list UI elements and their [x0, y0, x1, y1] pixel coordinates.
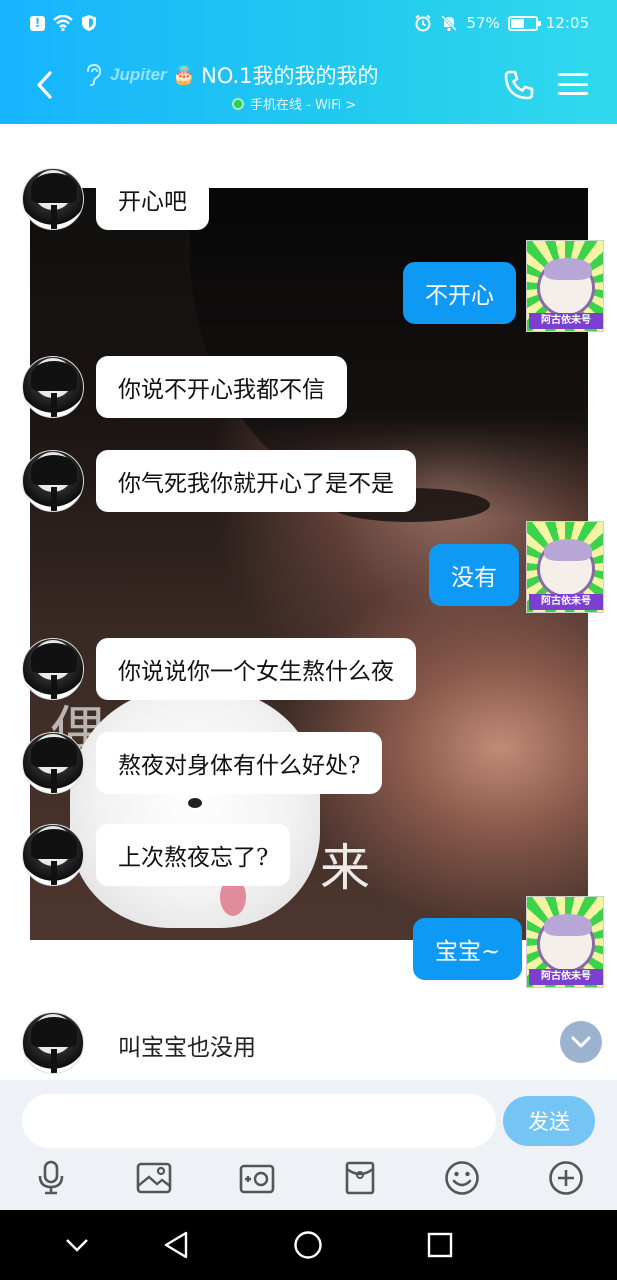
chat-area[interactable]: 偶 来 开心吧 不开心 阿古依未号 你说不开心我都不信 你气死我你就开心了是不是… [0, 124, 617, 1080]
chevron-down-icon [66, 1239, 88, 1252]
camera-icon [239, 1164, 275, 1194]
clock: 12:05 [545, 14, 589, 32]
microphone-icon [38, 1160, 64, 1195]
square-recents-icon [427, 1232, 453, 1258]
online-status: 手机在线 - WiFi > [232, 94, 442, 113]
photo-button[interactable] [134, 1158, 174, 1198]
avatar-tag: 阿古依未号 [529, 969, 603, 985]
message-bubble-outgoing[interactable]: 宝宝~ [413, 918, 523, 980]
menu-line [558, 92, 588, 95]
message-bubble-incoming[interactable]: 你气死我你就开心了是不是 [96, 450, 416, 512]
contact-avatar[interactable] [22, 732, 84, 794]
input-bar: 发送 [0, 1080, 617, 1210]
avatar-tag: 阿古依未号 [529, 313, 603, 329]
voice-button[interactable] [31, 1158, 71, 1198]
red-packet-icon [345, 1161, 375, 1195]
ear-icon [82, 63, 104, 87]
nav-back-button[interactable] [158, 1227, 194, 1263]
more-button[interactable] [546, 1158, 586, 1198]
top-bar: ! 57% 12:05 Jupiter 🎂 NO.1我的我的我的 手机在线 - … [0, 0, 617, 124]
nav-home-button[interactable] [290, 1227, 326, 1263]
contact-avatar[interactable] [22, 638, 84, 700]
avatar-face [537, 914, 595, 973]
menu-line [558, 73, 588, 76]
nav-recents-button[interactable] [422, 1227, 458, 1263]
message-input[interactable] [22, 1094, 496, 1148]
message-bubble-outgoing[interactable]: 没有 [429, 544, 519, 606]
battery-icon [507, 15, 541, 31]
emoji-button[interactable] [442, 1158, 482, 1198]
qq-chat-screen: ! 57% 12:05 Jupiter 🎂 NO.1我的我的我的 手机在线 - … [0, 0, 617, 1280]
menu-line [558, 82, 588, 86]
image-icon [136, 1162, 172, 1194]
avatar-face [537, 539, 595, 598]
send-button[interactable]: 发送 [503, 1096, 595, 1146]
contact-avatar[interactable] [22, 1012, 84, 1074]
scroll-to-bottom-button[interactable] [560, 1021, 602, 1063]
red-packet-button[interactable] [340, 1158, 380, 1198]
avatar-tag: 阿古依未号 [529, 594, 603, 610]
camera-button[interactable] [237, 1158, 277, 1198]
cake-icon: 🎂 [172, 64, 196, 86]
chat-title[interactable]: Jupiter 🎂 NO.1我的我的我的 手机在线 - WiFi > [82, 60, 442, 114]
my-avatar[interactable]: 阿古依未号 [526, 240, 604, 332]
emoji-icon [445, 1161, 479, 1195]
message-bubble-incoming[interactable]: 上次熬夜忘了? [96, 824, 291, 886]
phone-icon [504, 70, 534, 100]
message-bubble-incoming[interactable]: 你说说你一个女生熬什么夜 [96, 638, 416, 700]
title-row: Jupiter 🎂 NO.1我的我的我的 [82, 60, 442, 90]
shield-icon [82, 15, 96, 31]
photo-puppy [70, 688, 320, 928]
message-bubble-outgoing[interactable]: 不开心 [403, 262, 516, 324]
message-text-incoming[interactable]: 叫宝宝也没用 [118, 1028, 256, 1062]
plus-icon [549, 1161, 583, 1195]
triangle-back-icon [164, 1231, 188, 1259]
avatar-face [537, 258, 595, 317]
brand-label: Jupiter [110, 65, 167, 84]
notification-icon: ! [30, 15, 45, 31]
contact-avatar[interactable] [22, 824, 84, 886]
contact-avatar[interactable] [22, 168, 84, 230]
chevron-down-icon [571, 1036, 591, 1048]
contact-avatar[interactable] [22, 356, 84, 418]
contact-name: NO.1我的我的我的 [201, 64, 379, 88]
alarm-icon [415, 14, 432, 32]
system-nav-bar [0, 1210, 617, 1280]
message-bubble-incoming[interactable]: 你说不开心我都不信 [96, 356, 347, 418]
message-bubble-incoming[interactable]: 熬夜对身体有什么好处? [96, 732, 383, 794]
chevron-left-icon [37, 71, 52, 99]
mute-icon [441, 14, 458, 32]
battery-percent: 57% [466, 14, 500, 32]
nav-collapse-button[interactable] [59, 1227, 95, 1263]
call-button[interactable] [502, 68, 536, 102]
message-bubble-incoming[interactable]: 开心吧 [96, 168, 209, 230]
back-button[interactable] [30, 68, 58, 102]
menu-button[interactable] [558, 70, 588, 98]
wifi-icon [53, 15, 73, 31]
online-dot-icon [232, 97, 244, 110]
circle-home-icon [294, 1231, 322, 1259]
online-status-text: 手机在线 - WiFi > [250, 98, 357, 113]
contact-avatar[interactable] [22, 450, 84, 512]
status-left: ! [30, 10, 97, 36]
my-avatar[interactable]: 阿古依未号 [526, 521, 604, 613]
photo-caption-right: 来 [320, 839, 370, 897]
status-right: 57% 12:05 [414, 10, 589, 36]
my-avatar[interactable]: 阿古依未号 [526, 896, 604, 988]
